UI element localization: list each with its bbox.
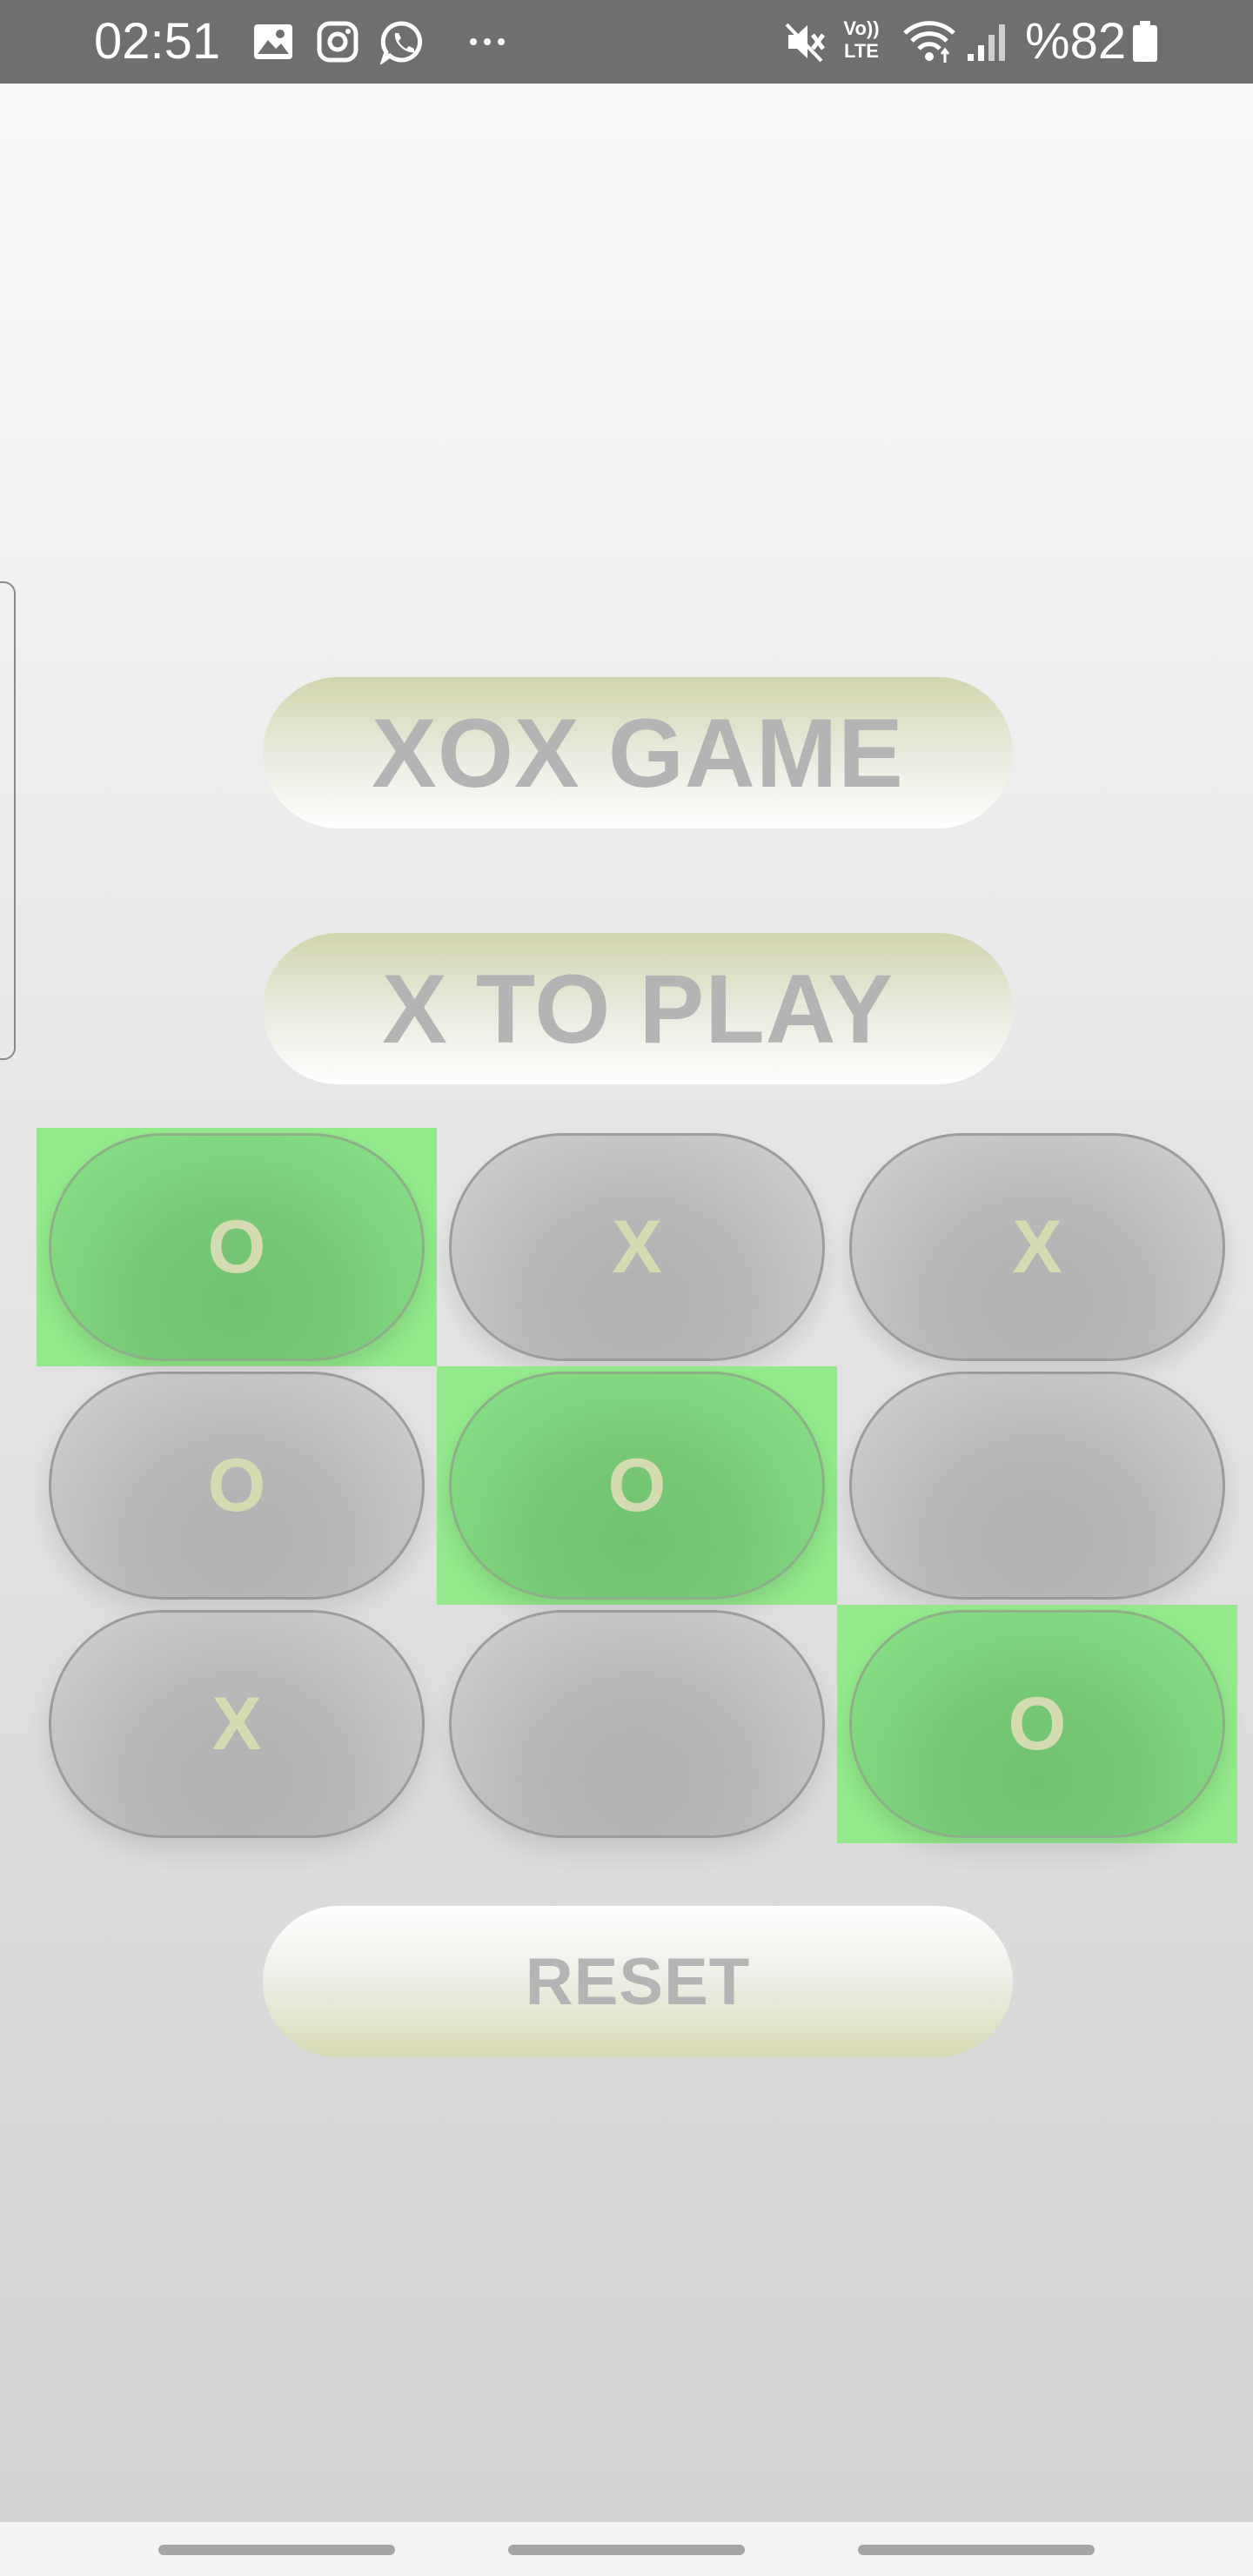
edge-panel-handle[interactable] xyxy=(0,581,16,1060)
board-cell-2-0: X xyxy=(37,1605,437,1843)
board-cell-2-2: O xyxy=(837,1605,1237,1843)
cell-button-0-0[interactable]: O xyxy=(49,1133,425,1361)
status-time: 02:51 xyxy=(94,13,221,70)
battery-icon xyxy=(1133,21,1157,62)
nav-back-button[interactable] xyxy=(858,2545,1095,2555)
battery-percent: %82 xyxy=(1025,13,1127,70)
wifi-icon xyxy=(903,21,955,63)
cell-button-1-0[interactable]: O xyxy=(49,1372,425,1600)
nav-home-button[interactable] xyxy=(508,2545,745,2555)
volte-text-bottom: LTE xyxy=(844,40,879,62)
game-title: XOX GAME xyxy=(263,677,1013,828)
cell-button-1-1[interactable]: O xyxy=(449,1372,825,1600)
more-icon xyxy=(470,38,505,45)
board-cell-0-0: O xyxy=(37,1128,437,1366)
board-cell-1-1: O xyxy=(437,1366,837,1605)
cell-button-1-2[interactable] xyxy=(849,1372,1225,1600)
cell-button-0-1[interactable]: X xyxy=(449,1133,825,1361)
cell-button-2-0[interactable]: X xyxy=(49,1610,425,1838)
board-cell-1-0: O xyxy=(37,1366,437,1605)
reset-button[interactable]: RESET xyxy=(263,1906,1013,2057)
board-cell-0-1: X xyxy=(437,1128,837,1366)
navigation-bar xyxy=(0,2522,1253,2576)
volte-icon: Vo)) LTE xyxy=(837,17,886,66)
volte-text-top: Vo)) xyxy=(843,17,880,39)
status-bar: 02:51 Vo)) LTE %82 xyxy=(0,0,1253,84)
whatsapp-icon xyxy=(379,21,423,64)
gallery-icon xyxy=(254,24,292,59)
cell-button-0-2[interactable]: X xyxy=(849,1133,1225,1361)
cell-button-2-1[interactable] xyxy=(449,1610,825,1838)
mute-icon xyxy=(785,23,825,63)
board-cell-1-2 xyxy=(837,1366,1237,1605)
board-cell-2-1 xyxy=(437,1605,837,1843)
turn-status: X TO PLAY xyxy=(263,933,1013,1084)
instagram-icon xyxy=(317,21,358,63)
signal-icon xyxy=(968,24,1005,61)
board-cell-0-2: X xyxy=(837,1128,1237,1366)
cell-button-2-2[interactable]: O xyxy=(849,1610,1225,1838)
nav-recents-button[interactable] xyxy=(158,2545,395,2555)
